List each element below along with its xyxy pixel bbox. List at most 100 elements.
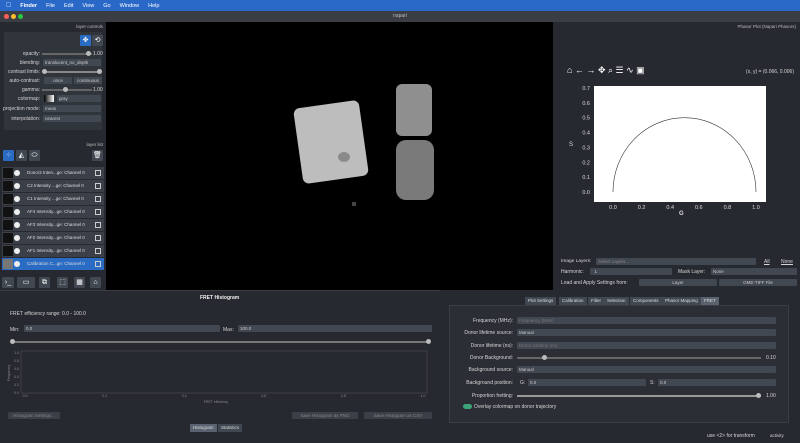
layer-item[interactable]: AF2 Intensity...ge: Channel 0 [2,232,104,244]
save-histogram-png-button[interactable]: Save Histogram as PNG [292,412,358,419]
layer-item[interactable]: AF4 Intensity...ge: Channel 0 [2,206,104,218]
fret-histogram-title: FRET Histogram [200,295,240,301]
contrast-max-handle[interactable] [97,69,102,74]
range-slider[interactable] [12,341,430,343]
proportion-slider[interactable] [517,395,761,397]
proportion-handle[interactable] [756,393,761,398]
contrast-min-handle[interactable] [42,69,47,74]
tab-fret[interactable]: FRET [701,297,719,305]
layer-item[interactable]: AF1 Intensity...ge: Channel 0 [2,245,104,257]
delete-layer-icon[interactable]: 🗑 [92,150,103,161]
select-none-link[interactable]: None [781,259,793,265]
hist-x-tick: 0.8 [341,394,346,398]
tab-statistics[interactable]: Statistics [218,424,243,432]
max-input[interactable]: 100.0 [238,325,432,332]
mask-select[interactable]: None [711,268,797,275]
donor-background-slider[interactable] [517,357,761,359]
colormap-select[interactable]: gray [57,95,101,102]
visibility-eye-icon[interactable] [14,170,20,176]
select-all-link[interactable]: All [764,259,770,265]
interpolation-select[interactable]: nearest [43,115,101,122]
tab-filter[interactable]: Filter [588,297,604,305]
new-shapes-layer-icon[interactable]: ◭ [16,150,27,161]
auto-contrast-once-button[interactable]: once [44,77,72,84]
s-label: S: [650,380,655,386]
status-text: use <2> for transform [707,433,755,439]
phasor-title: Phasor Plot (Napari Phasors) [737,24,796,29]
pan-zoom-icon[interactable]: ✥ [80,35,91,46]
tab-plot-settings[interactable]: Plot Settings [525,297,557,305]
layer-item[interactable]: AF3 Intensity...ge: Channel 0 [2,219,104,231]
visibility-eye-icon[interactable] [14,183,20,189]
range-min-handle[interactable] [10,339,15,344]
image-layers-label: Image Layers: [561,259,592,264]
tab-calibration[interactable]: Calibration [559,297,587,305]
ndisplay-toggle-icon[interactable]: ▭ [17,277,35,288]
close-window-button[interactable] [4,14,9,19]
layer-item[interactable]: C2 Intensity ...ge: Channel 0 [2,180,104,192]
auto-contrast-continuous-button[interactable]: continuous [74,77,102,84]
tab-phasor-mapping[interactable]: Phasor Mapping [662,297,701,305]
activity-button[interactable]: activity [770,433,784,438]
overlay-toggle[interactable] [463,404,472,409]
gamma-handle[interactable] [63,87,68,92]
range-max-handle[interactable] [426,339,431,344]
tab-components[interactable]: Components [630,297,662,305]
visibility-eye-icon[interactable] [14,196,20,202]
toolbar-icons[interactable]: ⌂ ← → ✥ ⌕ ☰ ∿ ▣ [567,65,645,76]
menu-file[interactable]: File [46,3,55,9]
menu-help[interactable]: Help [148,3,159,9]
harmonic-spinbox[interactable]: 1 [590,268,672,275]
roll-dims-icon[interactable]: ⧉ [39,277,50,288]
transform-icon[interactable]: ⟲ [92,35,103,46]
load-from-layer-button[interactable]: Layer [639,279,717,286]
donor-lifetime-source-select[interactable]: Manual [517,329,776,336]
layer-type-icon [95,196,101,202]
new-labels-layer-icon[interactable]: ⬭ [29,150,40,161]
layer-item[interactable]: Donor2 Inten...ge: Channel 0 [2,167,104,179]
opacity-handle[interactable] [86,51,91,56]
opacity-slider[interactable] [42,53,92,55]
layer-item[interactable]: C1 Intensity ...ge: Channel 0 [2,193,104,205]
s-input[interactable]: 0.0 [658,379,776,386]
grid-icon[interactable]: ▦ [74,277,85,288]
visibility-eye-icon[interactable] [14,209,20,215]
menu-finder[interactable]: Finder [20,3,37,9]
tab-selection[interactable]: Selection [604,297,629,305]
donor-background-handle[interactable] [542,355,547,360]
min-input[interactable]: 0.0 [24,325,220,332]
menu-view[interactable]: View [82,3,94,9]
apple-icon[interactable]:  [6,2,11,9]
image-layers-select[interactable]: Select Layers... [596,258,756,265]
tab-histogram[interactable]: Histogram [190,424,217,432]
background-source-select[interactable]: Manual [517,366,776,373]
phasor-plot[interactable]: 0.0 0.2 0.4 0.6 0.8 1.0 0.0 0.1 0.2 0.3 0.4 0.5 0.6 0… [561,82,791,242]
transpose-icon[interactable]: ⬚ [57,277,68,288]
contrast-slider[interactable] [44,71,100,73]
x-tick-label: 0.2 [638,205,646,211]
image-canvas[interactable] [106,22,553,290]
save-histogram-csv-button[interactable]: Save Histogram as CSV [364,412,432,419]
visibility-eye-icon[interactable] [14,235,20,241]
minimize-window-button[interactable] [11,14,16,19]
new-points-layer-icon[interactable]: ⁘ [3,150,14,161]
home-icon[interactable]: ⌂ [90,277,101,288]
console-icon[interactable]: ›_ [2,277,14,288]
zoom-window-button[interactable] [18,14,23,19]
g-input[interactable]: 0.0 [528,379,646,386]
menu-window[interactable]: Window [120,3,140,9]
fret-histogram-plot[interactable]: 0.0 0.2 0.4 0.6 0.8 1.0 0.0 0.2 0.4 0.6 0.8 1.0 FRE… [6,349,430,405]
layer-item-selected[interactable]: Calibration C...ge: Channel 0 [2,258,104,270]
menu-go[interactable]: Go [103,3,110,9]
load-from-ome-tiff-button[interactable]: OME-TIFF File [719,279,797,286]
projection-select[interactable]: mean [43,105,101,112]
visibility-eye-icon[interactable] [14,222,20,228]
layer-type-icon [95,235,101,241]
visibility-eye-icon[interactable] [14,248,20,254]
visibility-eye-icon[interactable] [14,261,20,267]
menu-edit[interactable]: Edit [64,3,73,9]
blending-select[interactable]: translucent_no_depth [43,59,101,66]
donor-lifetime-input[interactable]: Donor Lifetime (ns) [517,342,776,349]
frequency-input[interactable]: Frequency (MHz) [517,317,776,324]
histogram-settings-button[interactable]: Histogram Settings... [8,412,60,419]
